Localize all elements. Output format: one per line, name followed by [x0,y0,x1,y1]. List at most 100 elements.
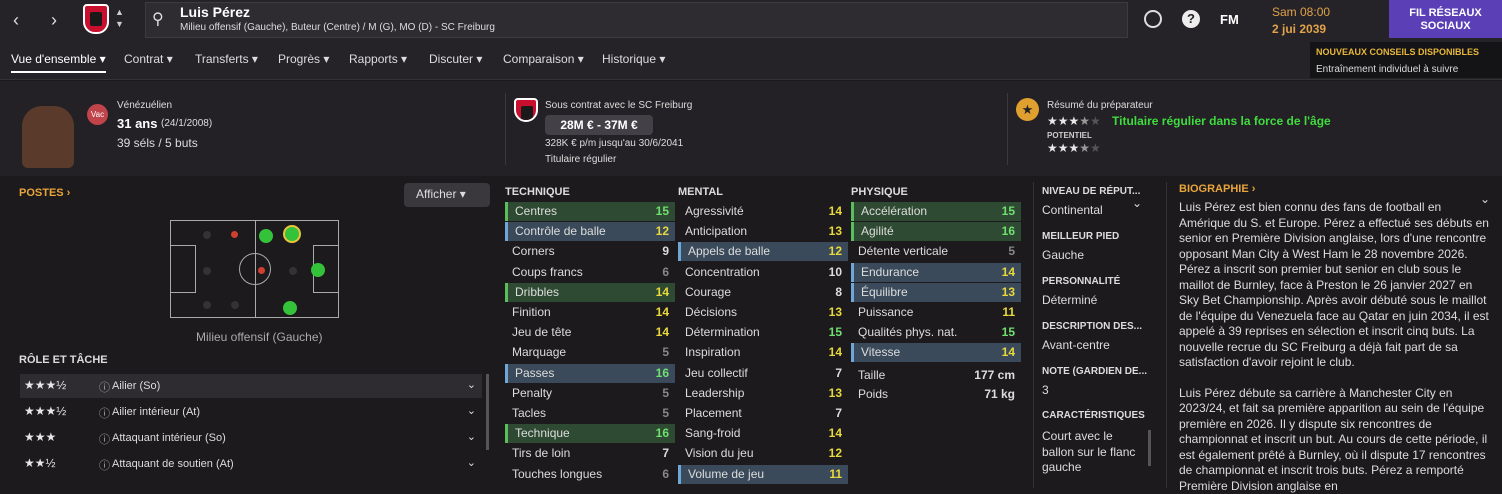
position-dot[interactable] [203,231,211,239]
pitch-diagram [170,220,339,318]
attribute-row[interactable]: Qualités phys. nat.15 [851,323,1021,342]
attribute-row[interactable]: Contrôle de balle12 [505,222,675,241]
tab-discuss[interactable]: Discuter ▾ [429,52,482,66]
physique-title: PHYSIQUE [851,186,908,198]
positions-title[interactable]: POSTES › [19,187,70,199]
nationality-badge[interactable]: Vac [87,104,108,125]
position-dot[interactable] [231,231,238,238]
attribute-row[interactable]: Inspiration14 [678,343,848,362]
detail-label: DESCRIPTION DES... [1042,321,1142,332]
position-dot-selected[interactable] [283,225,301,243]
position-dot[interactable] [289,267,297,275]
position-dot[interactable] [283,301,297,315]
tab-progress[interactable]: Progrès ▾ [278,52,329,66]
attribute-row[interactable]: Décisions13 [678,303,848,322]
attribute-row[interactable]: Jeu collectif7 [678,364,848,383]
biography-title[interactable]: BIOGRAPHIE › [1179,183,1255,195]
notification-panel[interactable]: NOUVEAUX CONSEILS DISPONIBLES Entraîneme… [1310,42,1502,78]
tab-reports[interactable]: Rapports ▾ [349,52,407,66]
position-dot[interactable] [231,301,239,309]
attribute-value: 6 [662,263,669,282]
attribute-row[interactable]: Penalty5 [505,384,675,403]
tab-overview[interactable]: Vue d'ensemble ▾ [11,52,106,73]
attribute-row[interactable]: Corners9 [505,242,675,261]
attribute-row[interactable]: Accélération15 [851,202,1021,221]
show-dropdown[interactable]: Afficher ▾ [404,183,490,207]
info-icon[interactable]: ⓘ [99,405,110,421]
role-row[interactable]: ★★★½ ⓘ Ailier (So) ⌄ [20,374,482,398]
up-down-arrows-icon[interactable]: ▲▼ [115,6,124,30]
info-icon[interactable]: ⓘ [99,379,110,395]
attribute-row[interactable]: Tacles5 [505,404,675,423]
info-icon[interactable]: ⓘ [99,431,110,447]
position-dot[interactable] [203,301,211,309]
game-time: Sam 08:00 [1272,5,1330,19]
attribute-row[interactable]: Coups francs6 [505,263,675,282]
detail-label: MEILLEUR PIED [1042,231,1119,242]
attribute-row[interactable]: Agilité16 [851,222,1021,241]
role-row[interactable]: ★★★½ ⓘ Ailier intérieur (At) ⌄ [20,400,482,424]
attribute-row[interactable]: Touches longues6 [505,465,675,484]
football-icon[interactable] [1144,10,1162,28]
attribute-row[interactable]: Finition14 [505,303,675,322]
attribute-value: 15 [1002,323,1015,342]
search-icon[interactable]: ⚲ [152,9,164,29]
club-crest-icon[interactable] [83,4,109,34]
attribute-row[interactable]: Appels de balle12 [678,242,848,261]
attribute-row[interactable]: Passes16 [505,364,675,383]
game-date[interactable]: 2 jui 2039 [1272,22,1326,36]
position-dot[interactable] [203,267,211,275]
role-name: Attaquant intérieur (So) [112,432,226,444]
detail-value: Gauche [1042,248,1084,262]
attribute-row[interactable]: Vision du jeu12 [678,444,848,463]
scrollbar[interactable] [486,374,489,450]
chevron-down-icon[interactable]: ⌄ [467,378,476,391]
attribute-row[interactable]: Agressivité14 [678,202,848,221]
attribute-value: 15 [1002,202,1015,221]
social-feed-button[interactable]: FIL RÉSEAUX SOCIAUX [1389,0,1502,38]
chevron-down-icon[interactable]: ⌄ [467,456,476,469]
fm-logo[interactable]: FM [1220,12,1239,27]
help-icon[interactable]: ? [1182,10,1200,28]
transfer-value[interactable]: 28M € - 37M € [545,115,653,135]
chevron-down-icon[interactable]: ⌄ [1132,196,1142,210]
attribute-row[interactable]: Technique16 [505,424,675,443]
attribute-row[interactable]: Concentration10 [678,263,848,282]
attribute-row[interactable]: Détente verticale5 [851,242,1021,261]
attribute-row[interactable]: Détermination15 [678,323,848,342]
chevron-down-icon[interactable]: ⌄ [467,430,476,443]
notification-title: NOUVEAUX CONSEILS DISPONIBLES [1316,47,1479,57]
tab-transfers[interactable]: Transferts ▾ [195,52,258,66]
attribute-value: 5 [662,343,669,362]
forward-arrow-icon[interactable]: › [42,8,66,32]
attribute-row[interactable]: Courage8 [678,283,848,302]
position-dot[interactable] [258,267,265,274]
attribute-row[interactable]: Anticipation13 [678,222,848,241]
attribute-value: 14 [656,303,669,322]
attribute-row[interactable]: Sang-froid14 [678,424,848,443]
attribute-row[interactable]: Volume de jeu11 [678,465,848,484]
chevron-down-icon[interactable]: ⌄ [467,404,476,417]
attribute-row[interactable]: Leadership13 [678,384,848,403]
attribute-row[interactable]: Dribbles14 [505,283,675,302]
tab-contract[interactable]: Contrat ▾ [124,52,173,66]
info-icon[interactable]: ⓘ [99,457,110,473]
position-dot[interactable] [259,229,273,243]
attribute-row[interactable]: Placement7 [678,404,848,423]
tab-history[interactable]: Historique ▾ [602,52,665,66]
attribute-row[interactable]: Endurance14 [851,263,1021,282]
back-arrow-icon[interactable]: ‹ [4,8,28,32]
attribute-row[interactable]: Vitesse14 [851,343,1021,362]
attribute-row[interactable]: Marquage5 [505,343,675,362]
attribute-row[interactable]: Puissance11 [851,303,1021,322]
attribute-row[interactable]: Équilibre13 [851,283,1021,302]
attribute-row[interactable]: Tirs de loin7 [505,444,675,463]
scrollbar[interactable] [1148,430,1151,466]
role-row[interactable]: ★★★ ⓘ Attaquant intérieur (So) ⌄ [20,426,482,450]
role-row[interactable]: ★★½ ⓘ Attaquant de soutien (At) ⌄ [20,452,482,476]
detail-value: 3 [1042,383,1049,397]
tab-comparison[interactable]: Comparaison ▾ [503,52,584,66]
position-dot[interactable] [311,263,325,277]
attribute-row[interactable]: Jeu de tête14 [505,323,675,342]
attribute-row[interactable]: Centres15 [505,202,675,221]
